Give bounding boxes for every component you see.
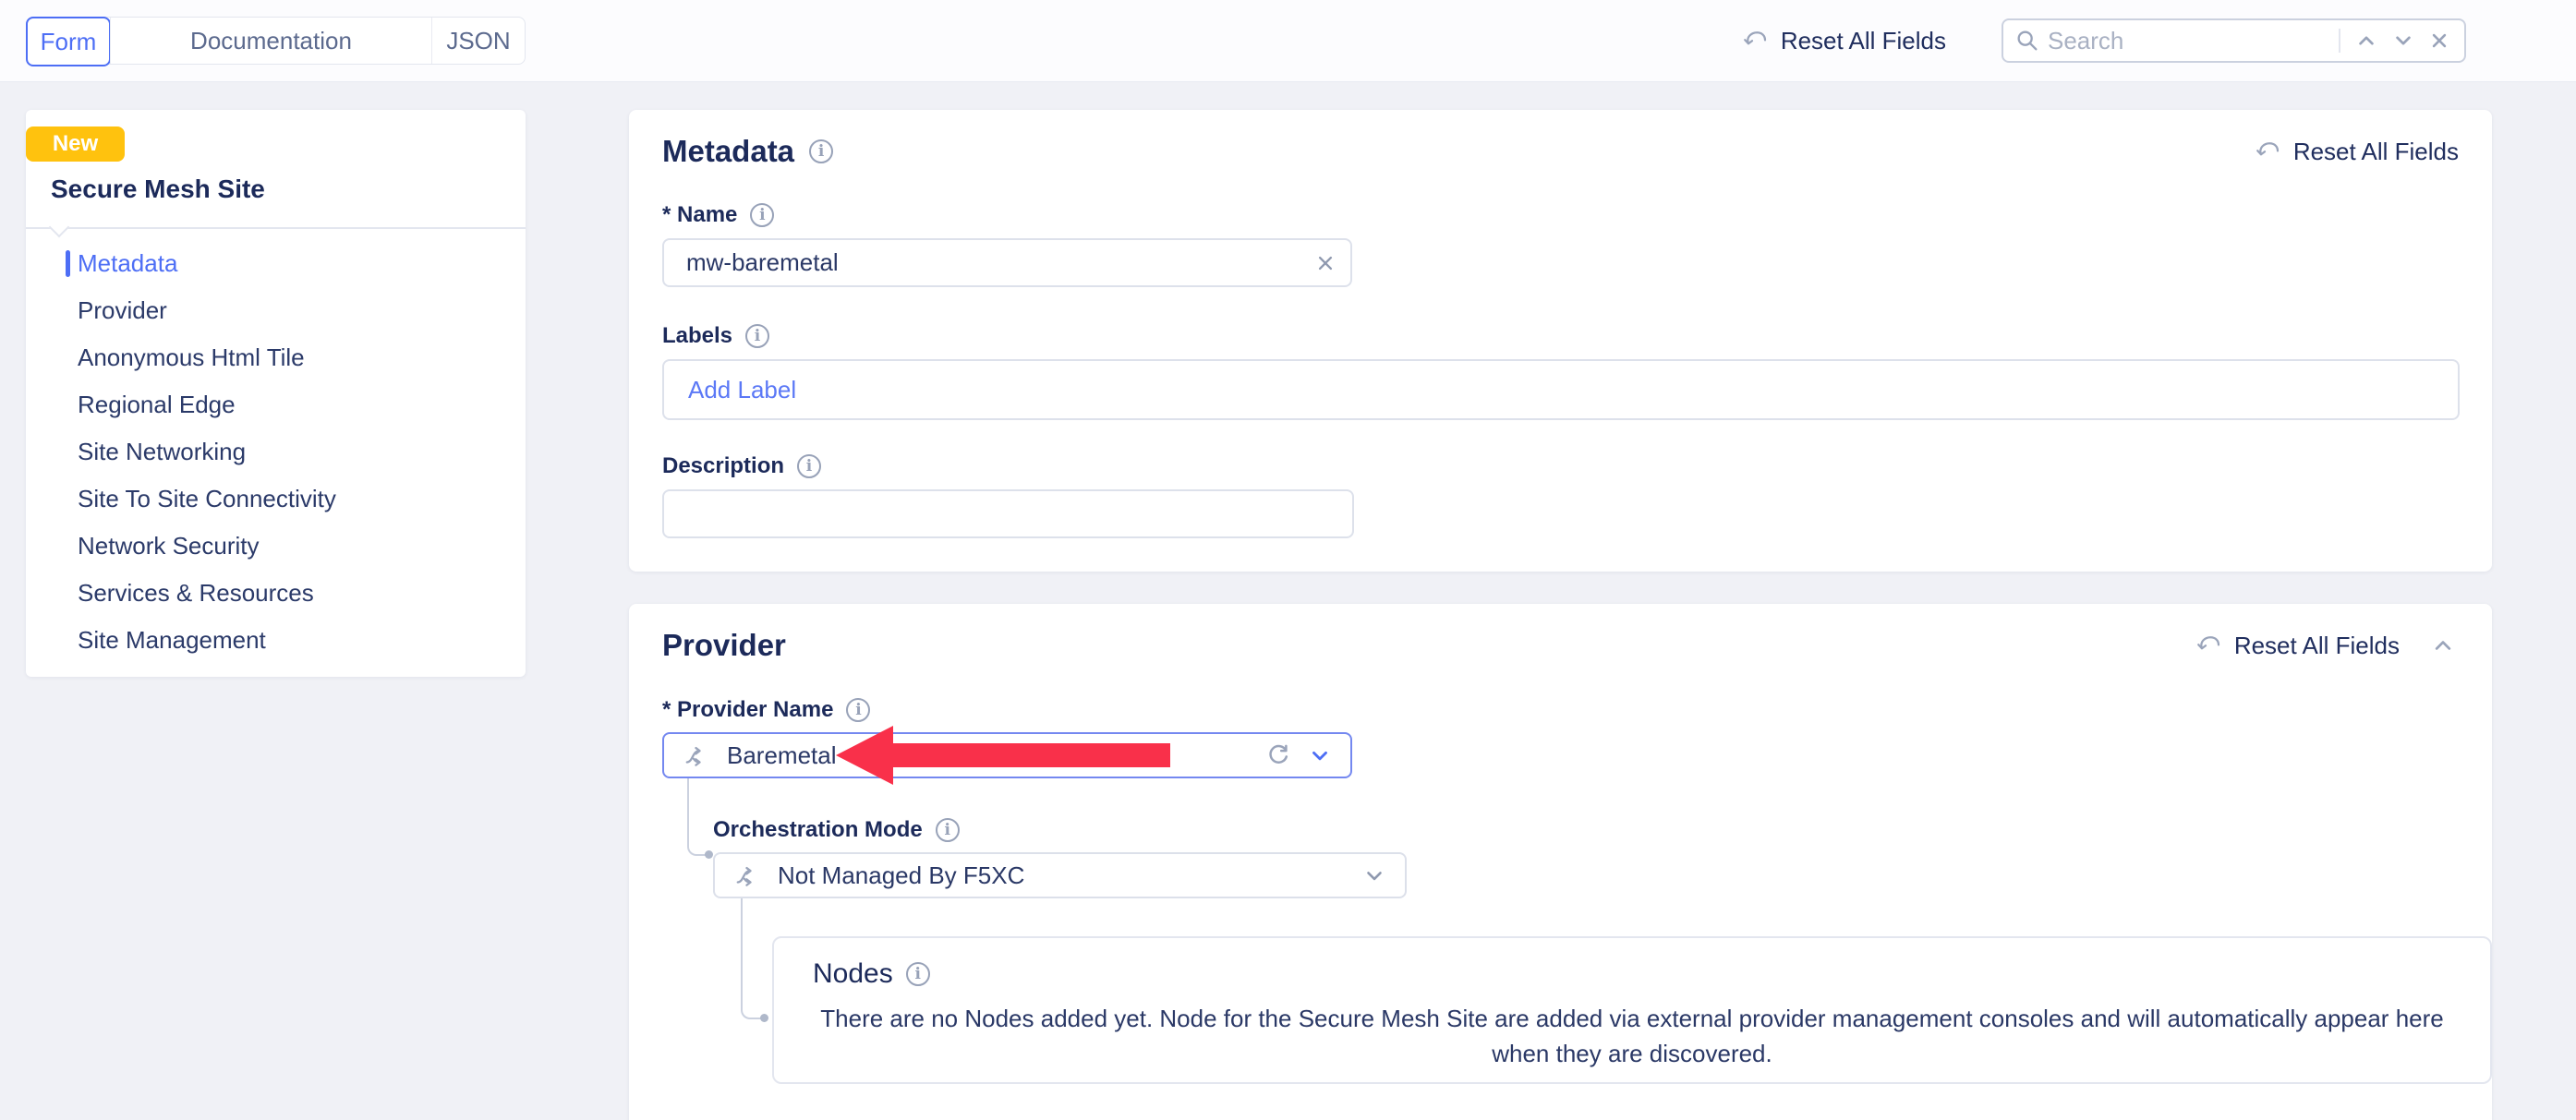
sidebar-item-provider[interactable]: Provider	[26, 287, 526, 334]
info-icon[interactable]	[906, 962, 930, 986]
provider-name-field-label: * Provider Name	[662, 697, 870, 723]
metadata-title-text: Metadata	[662, 134, 794, 169]
search-input[interactable]	[2048, 27, 2328, 55]
provider-name-label-text: * Provider Name	[662, 697, 833, 723]
name-field-label: * Name	[662, 202, 774, 228]
provider-section: Provider Reset All Fields *	[629, 604, 2492, 1120]
tree-connector	[741, 898, 761, 1019]
search-close-button[interactable]	[2425, 27, 2453, 54]
reset-all-fields-label: Reset All Fields	[1781, 27, 1946, 55]
search-icon	[2014, 28, 2040, 54]
refresh-icon[interactable]	[1264, 741, 1293, 770]
search-next-button[interactable]	[2389, 26, 2418, 55]
info-icon[interactable]	[846, 698, 870, 722]
sidebar-item-regional-edge[interactable]: Regional Edge	[26, 381, 526, 428]
clear-name-icon[interactable]	[1313, 251, 1337, 275]
sidebar-item-anonymous-html-tile[interactable]: Anonymous Html Tile	[26, 334, 526, 381]
info-icon[interactable]	[745, 324, 769, 348]
chevron-down-icon[interactable]	[1362, 863, 1386, 887]
reset-label: Reset All Fields	[2234, 632, 2400, 660]
metadata-section-title: Metadata	[662, 134, 833, 169]
sidebar-item-site-to-site-connectivity[interactable]: Site To Site Connectivity	[26, 476, 526, 523]
name-label-text: * Name	[662, 202, 737, 228]
description-input[interactable]	[662, 489, 1354, 538]
provider-name-select[interactable]: Baremetal	[662, 732, 1352, 778]
tab-documentation[interactable]: Documentation	[110, 18, 431, 64]
provider-section-title: Provider	[662, 628, 786, 663]
add-label-button[interactable]: Add Label	[688, 376, 796, 404]
labels-field-label: Labels	[662, 323, 769, 349]
nodes-empty-message: There are no Nodes added yet. Node for t…	[774, 1001, 2490, 1071]
topbar-right: Reset All Fields	[1742, 18, 2466, 63]
form-sidebar: New Secure Mesh Site Metadata Provider A…	[26, 110, 526, 677]
sidebar-nav: Metadata Provider Anonymous Html Tile Re…	[26, 240, 526, 664]
description-label-text: Description	[662, 453, 784, 479]
tab-json[interactable]: JSON	[431, 18, 525, 64]
branch-icon	[683, 741, 710, 769]
nodes-title-text: Nodes	[813, 958, 893, 990]
tree-connector	[687, 778, 706, 856]
reset-all-fields-button[interactable]: Reset All Fields	[1742, 27, 1946, 55]
name-input[interactable]	[662, 238, 1352, 287]
search-prev-button[interactable]	[2352, 26, 2381, 55]
tab-form[interactable]: Form	[26, 17, 111, 66]
sidebar-item-services-resources[interactable]: Services & Resources	[26, 570, 526, 617]
undo-icon	[2255, 138, 2282, 165]
provider-reset-all-fields-button[interactable]: Reset All Fields	[2195, 632, 2400, 660]
top-toolbar: Form Documentation JSON Reset All Fields	[0, 0, 2576, 82]
reset-label: Reset All Fields	[2293, 138, 2459, 166]
orchestration-mode-select[interactable]: Not Managed By F5XC	[713, 852, 1407, 898]
view-tabs: Form Documentation JSON	[26, 17, 526, 65]
orchestration-label-text: Orchestration Mode	[713, 817, 923, 843]
info-icon[interactable]	[809, 139, 833, 163]
search-divider	[2339, 29, 2340, 53]
labels-box: Add Label	[662, 359, 2460, 420]
page-content: New Secure Mesh Site Metadata Provider A…	[0, 82, 2576, 1120]
chevron-down-icon[interactable]	[1308, 743, 1332, 767]
collapse-section-icon[interactable]	[2427, 630, 2459, 661]
info-icon[interactable]	[936, 818, 960, 842]
info-icon[interactable]	[797, 454, 821, 478]
undo-icon	[1742, 27, 1770, 54]
sidebar-item-metadata[interactable]: Metadata	[26, 240, 526, 287]
nodes-box: Nodes There are no Nodes added yet. Node…	[772, 936, 2492, 1084]
sidebar-collapse-notch[interactable]	[49, 217, 70, 238]
nodes-title: Nodes	[813, 958, 2490, 990]
sidebar-item-network-security[interactable]: Network Security	[26, 523, 526, 570]
orchestration-mode-field-label: Orchestration Mode	[713, 817, 960, 843]
labels-label-text: Labels	[662, 323, 732, 349]
metadata-reset-all-fields-button[interactable]: Reset All Fields	[2255, 138, 2459, 166]
provider-title-text: Provider	[662, 628, 786, 663]
branch-icon	[733, 861, 761, 889]
new-badge: New	[26, 126, 125, 162]
provider-name-value: Baremetal	[727, 741, 837, 770]
sidebar-item-site-management[interactable]: Site Management	[26, 617, 526, 664]
search-box	[2002, 18, 2466, 63]
sidebar-divider	[26, 227, 526, 229]
info-icon[interactable]	[750, 203, 774, 227]
description-field-label: Description	[662, 453, 821, 479]
sidebar-item-site-networking[interactable]: Site Networking	[26, 428, 526, 476]
orchestration-mode-value: Not Managed By F5XC	[778, 861, 1024, 890]
undo-icon	[2195, 632, 2223, 659]
sidebar-title: Secure Mesh Site	[51, 175, 265, 204]
metadata-section: Metadata Reset All Fields * Name	[629, 110, 2492, 572]
